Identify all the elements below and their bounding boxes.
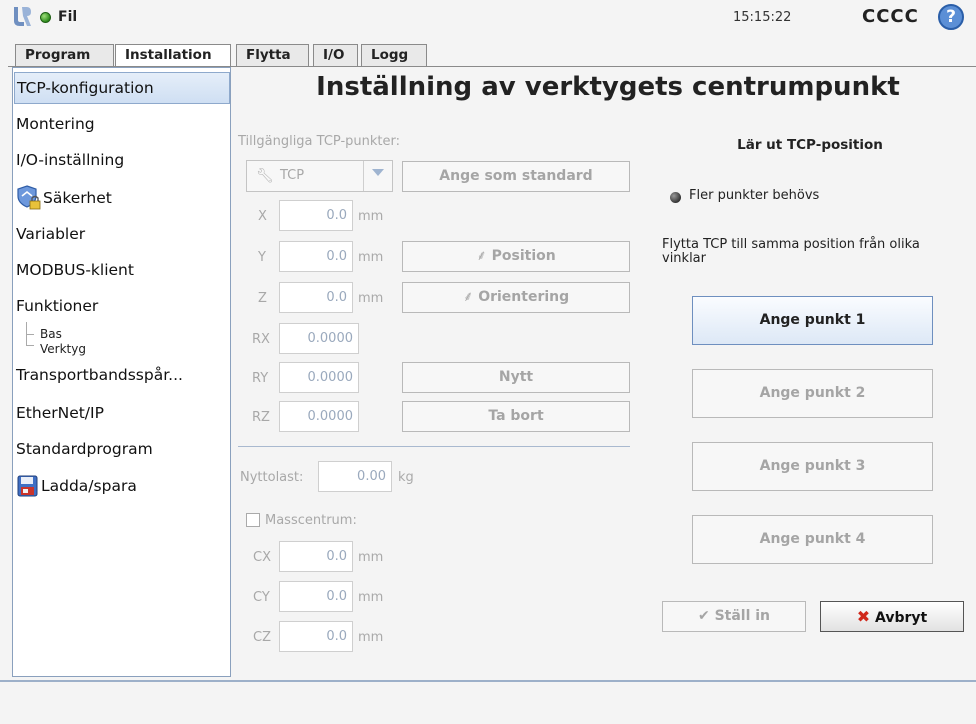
z-label: Z [258,291,267,306]
cy-unit: mm [358,590,384,605]
sidebar-subitem-tool[interactable]: Verktyg [40,342,86,356]
sidebar-item-features[interactable]: Funktioner [14,297,230,315]
rx-field[interactable]: 0.0000 [279,323,359,354]
cx-unit: mm [358,550,384,565]
cog-checkbox[interactable] [246,513,260,527]
position-button[interactable]: ⸙ Position [402,241,630,272]
cy-field[interactable]: 0.0 [279,581,353,612]
cx-field[interactable]: 0.0 [279,541,353,572]
tab-program[interactable]: Program [15,44,114,66]
sidebar-item-conveyor-tracking[interactable]: Transportbandsspår... [14,366,230,384]
robot-status-icon [40,12,51,23]
tab-move[interactable]: Flytta [236,44,309,66]
payload-field[interactable]: 0.00 [318,461,392,492]
payload-label: Nyttolast: [240,470,304,485]
chevron-down-icon [372,169,384,176]
x-unit: mm [358,209,384,224]
ur-logo-icon [14,7,31,26]
tree-connector [26,334,34,335]
sidebar-item-modbus[interactable]: MODBUS-klient [14,261,230,279]
top-bar [0,0,976,34]
z-field[interactable]: 0.0 [279,282,353,313]
set-point-2-button[interactable]: Ange punkt 2 [692,369,933,418]
sidebar-item-io-setup[interactable]: I/O-inställning [14,151,230,169]
page-title: Inställning av verktygets centrumpunkt [316,72,900,102]
apply-button[interactable]: ✔ Ställ in [662,601,806,632]
sidebar-item-label: Ladda/spara [41,477,137,495]
floppy-disk-icon [17,475,38,497]
teach-status-text: Fler punkter behövs [689,188,820,203]
y-label: Y [258,250,266,265]
ry-label: RY [252,371,269,386]
cz-field[interactable]: 0.0 [279,621,353,652]
payload-unit: kg [398,470,414,485]
section-divider [238,446,630,447]
set-point-3-button[interactable]: Ange punkt 3 [692,442,933,491]
cancel-button-label: Avbryt [875,610,928,626]
pin-icon: ⸙ [476,248,487,264]
sidebar-item-load-save[interactable]: Ladda/spara [17,474,237,500]
file-menu[interactable]: Fil [58,9,77,25]
tab-installation[interactable]: Installation [115,44,231,67]
help-icon[interactable]: ? [938,4,964,30]
pin-icon: ⸙ [462,289,474,305]
apply-button-label: Ställ in [714,608,771,624]
y-field[interactable]: 0.0 [279,241,353,272]
clock: 15:15:22 [733,10,792,25]
tree-connector [26,345,34,346]
orientation-button[interactable]: ⸙ Orientering [402,282,630,313]
sidebar-item-default-program[interactable]: Standardprogram [14,440,230,458]
y-unit: mm [358,250,384,265]
tcp-dropdown[interactable]: 🔧︎ TCP [246,160,393,192]
close-icon: ✖ [856,607,871,626]
sidebar-item-mounting[interactable]: Montering [14,115,230,133]
installation-sidebar: TCP-konfiguration Montering I/O-inställn… [12,67,231,677]
tab-io[interactable]: I/O [313,44,358,66]
status-indicator-icon [670,192,681,203]
cz-label: CZ [253,630,271,645]
orientation-button-label: Orientering [478,289,570,305]
wrench-icon: 🔧︎ [256,168,274,184]
cancel-button[interactable]: ✖ Avbryt [820,601,964,632]
footer-divider [0,680,976,682]
tcp-selected-value: TCP [280,168,305,183]
cy-label: CY [253,590,270,605]
position-button-label: Position [491,248,556,264]
dropdown-divider [363,161,364,191]
new-tcp-button[interactable]: Nytt [402,362,630,393]
sidebar-item-tcp-config[interactable]: TCP-konfiguration [14,72,230,104]
teach-instruction: Flytta TCP till samma position från olik… [662,237,920,266]
set-point-4-button[interactable]: Ange punkt 4 [692,515,933,564]
z-unit: mm [358,291,384,306]
x-field[interactable]: 0.0 [279,200,353,231]
teach-tcp-title: Lär ut TCP-position [737,137,883,153]
ry-field[interactable]: 0.0000 [279,362,359,393]
sidebar-item-variables[interactable]: Variabler [14,225,230,243]
sidebar-item-label: Säkerhet [43,189,112,207]
check-icon: ✔ [697,608,710,624]
set-default-button[interactable]: Ange som standard [402,161,630,192]
sidebar-item-safety[interactable]: Säkerhet [17,185,237,211]
rz-field[interactable]: 0.0000 [279,401,359,432]
x-label: X [258,209,267,224]
sidebar-item-ethernet-ip[interactable]: EtherNet/IP [14,404,230,422]
remove-tcp-button[interactable]: Ta bort [402,401,630,432]
cx-label: CX [253,550,271,565]
safety-shield-icon [17,185,41,210]
set-point-1-button[interactable]: Ange punkt 1 [692,296,933,345]
cog-label: Masscentrum: [265,513,357,528]
robot-name: CCCC [862,6,919,27]
tcp-points-label: Tillgängliga TCP-punkter: [238,134,401,149]
sidebar-subitem-base[interactable]: Bas [40,327,62,341]
tab-log[interactable]: Logg [361,44,427,66]
rz-label: RZ [252,410,270,425]
rx-label: RX [252,332,270,347]
cz-unit: mm [358,630,384,645]
